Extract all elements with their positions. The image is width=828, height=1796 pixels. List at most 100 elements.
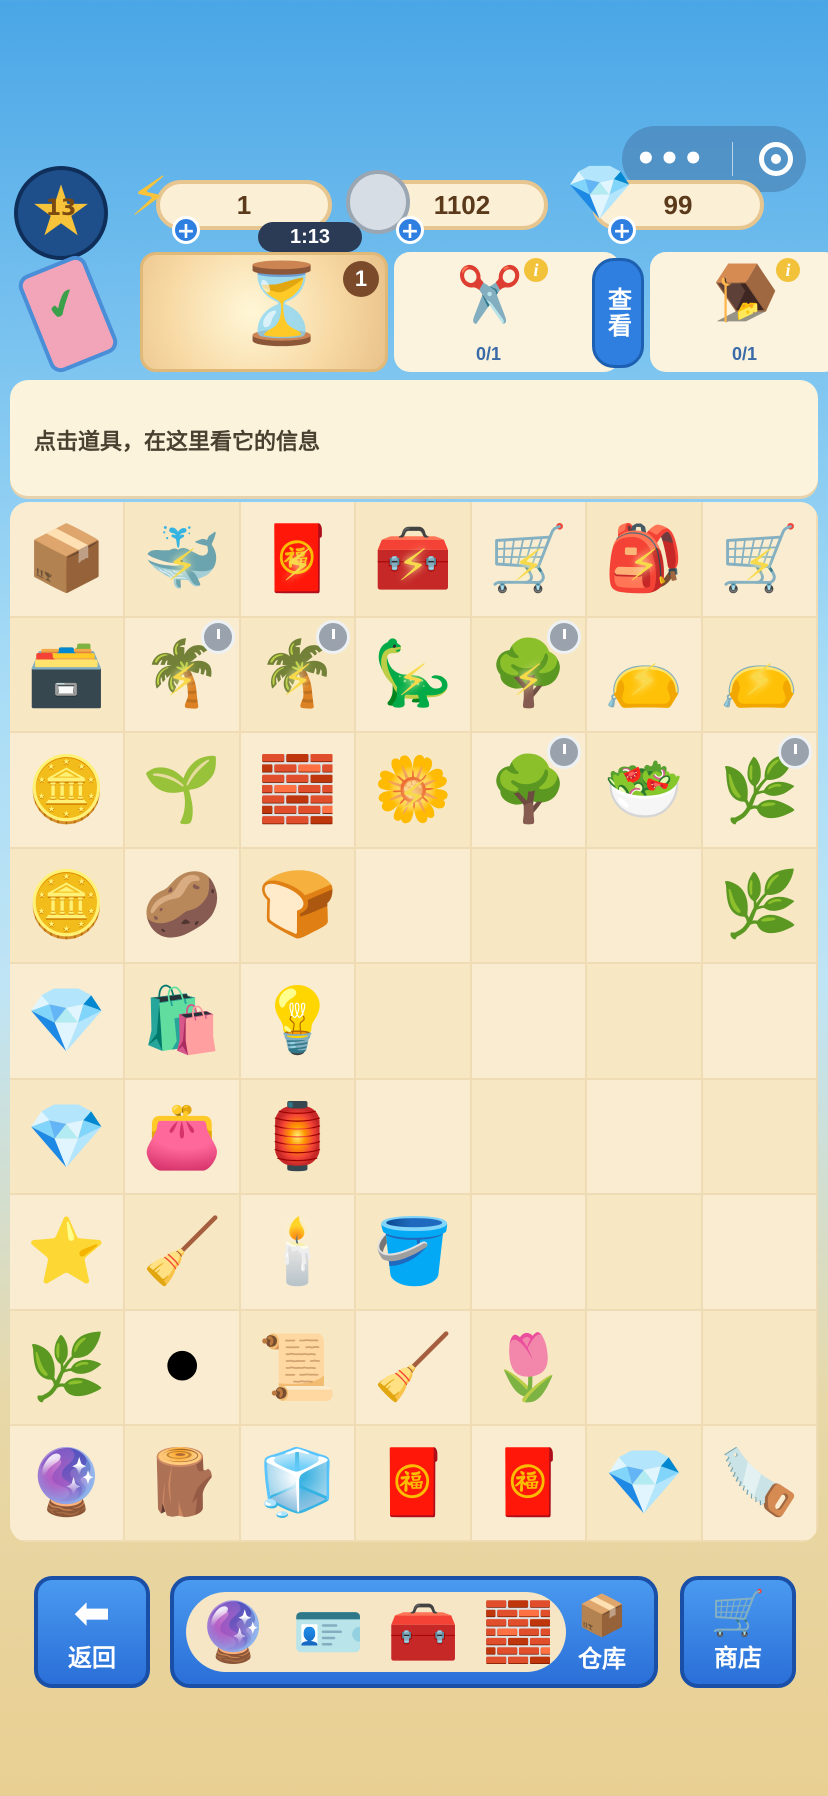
board-cell[interactable] (587, 1195, 703, 1311)
board-cell[interactable] (702, 1310, 818, 1427)
board-item-icon[interactable]: 🪵 (142, 1451, 222, 1515)
board-cell[interactable]: 🛍️ (125, 964, 241, 1080)
inventory-tray[interactable]: 🔮 🪪 🧰 🧱 📦 仓库 (170, 1576, 658, 1688)
board-cell[interactable]: 🌿 (10, 1310, 126, 1427)
gems-plus-button[interactable]: + (608, 216, 636, 244)
board-cell[interactable] (702, 964, 818, 1080)
board-item-icon[interactable]: 🌱 (142, 758, 222, 822)
board-item-icon[interactable]: 💡 (258, 989, 338, 1053)
board-cell[interactable]: 🥗 (587, 733, 703, 849)
hourglass-order-card[interactable]: ⏳ 1 (140, 252, 388, 372)
board-cell[interactable] (471, 964, 588, 1080)
info-icon[interactable]: i (524, 258, 548, 282)
board-item-icon[interactable]: 🧊 (258, 1451, 338, 1515)
board-cell[interactable] (471, 1195, 588, 1311)
board-cell[interactable]: 🌼 ⚡ (356, 733, 472, 849)
board-item-icon[interactable]: 🍞 (258, 873, 338, 937)
board-item-icon[interactable]: 🧧 (489, 1451, 569, 1515)
board-item-icon[interactable]: 🪣 (373, 1220, 453, 1284)
board-cell[interactable] (702, 1195, 818, 1311)
tray-item-id-card[interactable]: 🪪 (292, 1603, 364, 1661)
board-cell[interactable]: 🧧 (471, 1426, 588, 1542)
board-cell[interactable]: 🧹 (356, 1310, 472, 1427)
birdcage-order-card[interactable]: 🪤 0/1 i (650, 252, 828, 372)
board-item-icon[interactable]: ⭐ (27, 1220, 107, 1284)
board-cell[interactable]: 🪣 (356, 1195, 472, 1311)
board-cell[interactable] (471, 848, 588, 965)
board-cell[interactable]: 💡 (240, 964, 357, 1080)
board-cell[interactable]: 🌴 ⚡ (240, 617, 357, 734)
energy-plus-button[interactable]: + (172, 216, 200, 244)
board-cell[interactable]: 🦕 ⚡ (356, 617, 472, 734)
board-item-icon[interactable]: 🌿 (719, 873, 799, 937)
view-button[interactable]: 查看 (592, 258, 644, 368)
board-cell[interactable] (356, 848, 472, 965)
board-cell[interactable] (702, 1079, 818, 1196)
tray-item-energy-orb[interactable]: 🔮 (197, 1603, 269, 1661)
board-cell[interactable]: 🌿 (702, 848, 818, 965)
board-cell[interactable]: 🌱 (125, 733, 241, 849)
board-cell[interactable]: 🪙 (10, 733, 126, 849)
board-cell[interactable]: 🕯️ (240, 1195, 357, 1311)
board-item-icon[interactable]: 🥔 (142, 873, 222, 937)
level-badge[interactable]: ★ 13 (14, 166, 108, 260)
board-item-icon[interactable]: 📜 (258, 1336, 338, 1400)
orders-phone-button[interactable]: ✔ (10, 252, 128, 376)
board-item-icon[interactable]: 🪚 (719, 1451, 799, 1515)
board-cell[interactable]: 🪙 (10, 848, 126, 965)
board-item-icon[interactable]: 🔮 (27, 1451, 107, 1515)
board-cell[interactable]: 💎 (587, 1426, 703, 1542)
board-cell[interactable] (587, 1079, 703, 1196)
board-item-icon[interactable]: 🪙 (27, 873, 107, 937)
board-cell[interactable]: 📦 (10, 502, 126, 618)
board-cell[interactable] (356, 1079, 472, 1196)
warehouse-button[interactable]: 📦 仓库 (560, 1588, 644, 1678)
board-cell[interactable]: ⭐ (10, 1195, 126, 1311)
board-item-icon[interactable]: 💎 (27, 1105, 107, 1169)
board-item-icon[interactable]: 🧹 (142, 1220, 222, 1284)
board-item-icon[interactable]: 🧱 (258, 758, 338, 822)
board-cell[interactable] (587, 1310, 703, 1427)
board-item-icon[interactable]: 📦 (27, 527, 107, 591)
board-cell[interactable]: 🧱 (240, 733, 357, 849)
board-cell[interactable]: 👝 ⚡ (702, 617, 818, 734)
board-cell[interactable] (356, 964, 472, 1080)
info-icon[interactable]: i (776, 258, 800, 282)
board-item-icon[interactable]: 🌿 (27, 1336, 107, 1400)
board-item-icon[interactable]: 👛 (142, 1105, 222, 1169)
board-cell[interactable] (587, 848, 703, 965)
board-cell[interactable]: 🛒 ⚡ (471, 502, 588, 618)
board-item-icon[interactable]: 🌷 (489, 1336, 569, 1400)
board-item-icon[interactable]: 🧧 (373, 1451, 453, 1515)
board-cell[interactable]: 🛒 ⚡ (702, 502, 818, 618)
board-cell[interactable]: 🌴 ⚡ (125, 617, 241, 734)
board-cell[interactable]: 🌷 (471, 1310, 588, 1427)
board-item-icon[interactable]: 🏮 (258, 1105, 338, 1169)
board-cell[interactable]: 👛 (125, 1079, 241, 1196)
board-cell[interactable]: 🧧 ⚡ (240, 502, 357, 618)
board-cell[interactable]: 👝 ⚡ (587, 617, 703, 734)
board-cell[interactable] (587, 964, 703, 1080)
board-cell[interactable]: 🧊 (240, 1426, 357, 1542)
back-button[interactable]: ⬅ 返回 (34, 1576, 150, 1688)
board-cell[interactable]: 🗃️ (10, 617, 126, 734)
shop-button[interactable]: 🛒 商店 (680, 1576, 796, 1688)
board-cell[interactable]: 💎 (10, 964, 126, 1080)
board-cell[interactable]: 🏮 (240, 1079, 357, 1196)
board-cell[interactable]: 🐳 ⚡ (125, 502, 241, 618)
board-cell[interactable]: 🧰 ⚡ (356, 502, 472, 618)
board-cell[interactable]: ⚫ (125, 1310, 241, 1427)
board-cell[interactable]: 🍞 (240, 848, 357, 965)
coins-plus-button[interactable]: + (396, 216, 424, 244)
tray-item-storage-box[interactable]: 🧰 (387, 1603, 459, 1661)
board-cell[interactable]: 💎 (10, 1079, 126, 1196)
tray-item-bricks[interactable]: 🧱 (482, 1603, 554, 1661)
board-item-icon[interactable]: 🗃️ (27, 642, 107, 706)
board-cell[interactable]: 🌳 ⚡ (471, 617, 588, 734)
board-item-icon[interactable]: 🧹 (373, 1336, 453, 1400)
board-item-icon[interactable]: 🥗 (604, 758, 684, 822)
more-menu-icon[interactable]: ••• (635, 139, 706, 179)
board-cell[interactable]: 🌿 (702, 733, 818, 849)
board-item-icon[interactable]: 🕯️ (258, 1220, 338, 1284)
board-cell[interactable]: 🌳 (471, 733, 588, 849)
